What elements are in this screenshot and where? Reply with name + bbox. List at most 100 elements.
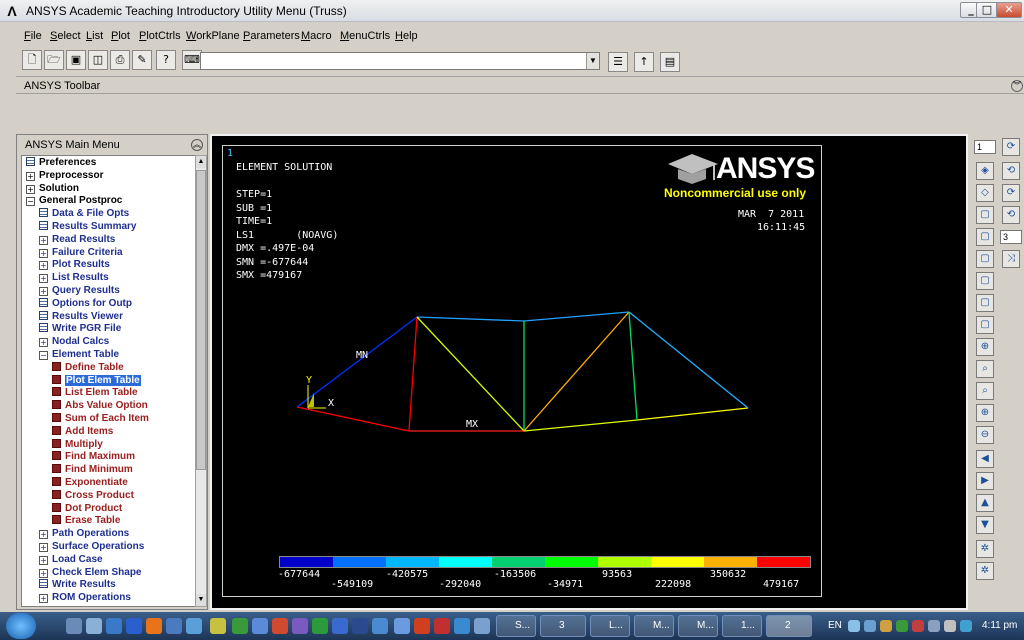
word-icon[interactable] [332, 618, 348, 634]
command-dropdown-icon[interactable]: ▼ [586, 53, 599, 69]
menu-tree-item[interactable]: + Check Elem Shape [39, 567, 141, 580]
menu-tree-item[interactable]: + Query Results [39, 285, 120, 298]
app-icon[interactable] [454, 618, 470, 634]
menu-tree-item[interactable]: Preferences [26, 157, 96, 170]
menu-tree-item[interactable]: + Preprocessor [26, 170, 103, 183]
menu-tree-item[interactable]: Sum of Each Item [52, 413, 149, 426]
language-indicator[interactable]: EN [828, 620, 842, 631]
new-file-icon[interactable]: 🗋 [22, 50, 42, 70]
menu-tree-item[interactable]: Write Results [39, 579, 116, 592]
rotate-icon[interactable]: ⟳ [1002, 138, 1020, 156]
reset-view-icon[interactable]: ✲ [976, 562, 994, 580]
save-icon[interactable]: ▣ [66, 50, 86, 70]
menu-tree-item[interactable]: Data & File Opts [39, 208, 129, 221]
scroll-thumb[interactable] [196, 170, 206, 470]
menu-tree-item[interactable]: + Nodal Calcs [39, 336, 109, 349]
taskbar-task[interactable]: 2 [766, 615, 812, 637]
spin-icon[interactable]: ✲ [976, 540, 994, 558]
taskbar-task[interactable]: L... [590, 615, 630, 637]
tray-icon[interactable] [848, 620, 860, 632]
menu-select[interactable]: Select [50, 30, 81, 42]
app-icon[interactable] [414, 618, 430, 634]
tray-icon[interactable] [912, 620, 924, 632]
menu-list[interactable]: List [86, 30, 103, 42]
taskbar-task[interactable]: S... [496, 615, 536, 637]
close-button[interactable]: ✕ [996, 2, 1022, 18]
menu-macro[interactable]: Macro [301, 30, 332, 42]
menu-help[interactable]: Help [395, 30, 418, 42]
document-icon[interactable]: ▤ [660, 52, 680, 72]
menu-workplane[interactable]: WorkPlane [186, 30, 240, 42]
menu-tree-item[interactable]: Exponentiate [52, 477, 128, 490]
acrobat-icon[interactable] [434, 618, 450, 634]
fit-view-icon[interactable]: ⊕ [976, 338, 994, 356]
menu-tree-item[interactable]: Find Maximum [52, 451, 135, 464]
menu-plotctrls[interactable]: PlotCtrls [139, 30, 181, 42]
menu-tree-item[interactable]: Find Minimum [52, 464, 133, 477]
rotate-y-icon[interactable]: ⟳ [1002, 184, 1020, 202]
pan-icon[interactable]: ⤨ [1002, 250, 1020, 268]
maximize-button[interactable]: □ [976, 2, 998, 18]
menu-tree-item[interactable]: Cross Product [52, 489, 134, 503]
taskbar-task[interactable]: M... [634, 615, 674, 637]
zoom-out-icon[interactable]: ⊖ [976, 426, 994, 444]
tray-icon[interactable] [960, 620, 972, 632]
network-icon[interactable] [928, 620, 940, 632]
dynamic-rotate-icon[interactable]: ⟲ [1002, 162, 1020, 180]
taskbar-task[interactable]: 1... [722, 615, 762, 637]
solve-icon[interactable]: ☰ [608, 52, 628, 72]
pan-down-icon[interactable]: ▼ [976, 516, 994, 534]
front-view-icon[interactable]: ▢ [976, 206, 994, 224]
scroll-up-icon[interactable]: ▲ [196, 156, 206, 168]
menu-tree-item[interactable]: − General Postproc [26, 195, 122, 208]
app-icon[interactable] [372, 618, 388, 634]
menu-tree-item[interactable]: Write PGR File [39, 323, 121, 336]
menu-tree-item[interactable]: Define Table [52, 361, 124, 375]
tray-icon[interactable] [880, 620, 892, 632]
menu-tree-item[interactable]: Add Items [52, 425, 113, 439]
app-icon[interactable] [252, 618, 268, 634]
menu-tree-item[interactable]: Dot Product [52, 502, 122, 516]
menu-tree-item[interactable]: Abs Value Option [52, 400, 148, 413]
cube-icon[interactable]: ◫ [88, 50, 108, 70]
menu-tree-item[interactable]: List Elem Table [52, 387, 138, 400]
pan-right-icon[interactable]: ▶ [976, 472, 994, 490]
menu-plot[interactable]: Plot [111, 30, 130, 42]
menu-tree-item[interactable]: + Surface Operations [39, 541, 144, 554]
oblique-view-icon[interactable]: ◇ [976, 184, 994, 202]
desktop-icon[interactable] [86, 618, 102, 634]
up-arrow-icon[interactable]: ↑ [634, 52, 654, 72]
menu-tree-item[interactable]: + Failure Criteria [39, 247, 123, 260]
powerpoint-icon[interactable] [272, 618, 288, 634]
app-icon[interactable] [210, 618, 226, 634]
view-select[interactable]: 3 [1000, 230, 1022, 244]
menu-tree-item[interactable]: + Read Results [39, 234, 115, 247]
menu-tree-item[interactable]: + Solution [26, 183, 79, 196]
app-icon[interactable] [474, 618, 490, 634]
app-icon[interactable] [166, 618, 182, 634]
tray-icon[interactable] [864, 620, 876, 632]
collapse-menu-icon[interactable]: ︽ [191, 139, 203, 151]
menu-tree-item[interactable]: Erase Table [52, 515, 120, 528]
menu-tree-item[interactable]: Results Summary [39, 221, 136, 234]
scroll-down-icon[interactable]: ▼ [196, 594, 206, 606]
menu-tree-item[interactable]: + ROM Operations [39, 592, 131, 605]
menu-tree-item[interactable]: + Plot Results [39, 259, 110, 272]
right-view-icon[interactable]: ▢ [976, 316, 994, 334]
keyboard-icon[interactable]: ⌨ [182, 50, 202, 70]
taskbar-task[interactable]: M... [678, 615, 718, 637]
volume-icon[interactable] [944, 620, 956, 632]
box-zoom-icon[interactable]: ⌕ [976, 382, 994, 400]
menu-tree-item[interactable]: + Load Case [39, 554, 103, 567]
menu-tree-item[interactable]: Options for Outp [39, 297, 132, 311]
main-menu-scrollbar[interactable]: ▲ ▼ [195, 155, 207, 607]
explorer-icon[interactable] [66, 618, 82, 634]
ie-icon[interactable] [106, 618, 122, 634]
menu-file[interactable]: File [24, 30, 42, 42]
app-icon[interactable] [352, 618, 368, 634]
onenote-icon[interactable] [292, 618, 308, 634]
start-button-icon[interactable] [6, 613, 36, 639]
app-icon[interactable] [394, 618, 410, 634]
iso-view-icon[interactable]: ◈ [976, 162, 994, 180]
print-icon[interactable]: ⎙ [110, 50, 130, 70]
